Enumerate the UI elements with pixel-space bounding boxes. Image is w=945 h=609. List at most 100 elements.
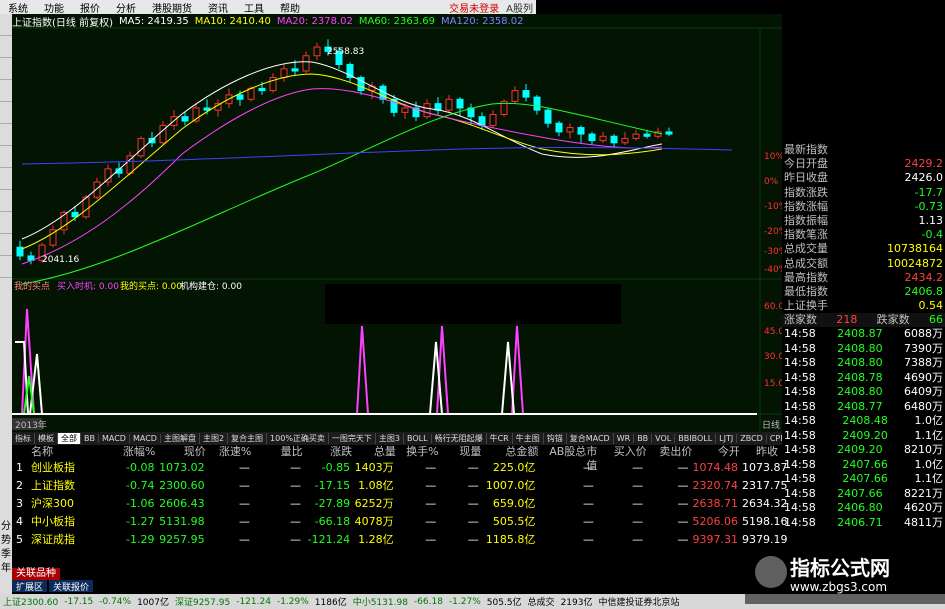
indicator-tab[interactable]: 主图3: [376, 433, 405, 444]
tool-button[interactable]: [0, 212, 12, 234]
table-row[interactable]: 2 上证指数 -0.74 2300.60 — — -17.15 1.08亿 — — 1007.0亿 —…: [12, 477, 787, 495]
column-header[interactable]: 量比: [255, 445, 306, 459]
indicator-tab[interactable]: WR: [614, 434, 635, 443]
tool-button[interactable]: [0, 234, 12, 256]
menu-item-system[interactable]: 系统: [0, 0, 36, 15]
column-header[interactable]: 涨速%: [210, 445, 256, 459]
column-header[interactable]: 涨幅%: [117, 445, 160, 459]
tool-button[interactable]: [0, 168, 12, 190]
indicator-tab[interactable]: BBIBOLL: [675, 434, 717, 443]
table-row[interactable]: 4 中小板指 -1.27 5131.98 — — -66.18 4078万 — — 505.5亿 — —…: [12, 513, 787, 531]
menu-item-tools[interactable]: 工具: [236, 0, 272, 15]
column-header[interactable]: 现量: [443, 445, 486, 459]
indicator-tab[interactable]: 畅行无阻起爆: [432, 433, 487, 444]
menu-item-help[interactable]: 帮助: [272, 0, 308, 15]
table-cell: 1073.87: [741, 461, 788, 474]
indicator-tab[interactable]: 牛主图: [513, 433, 544, 444]
column-header[interactable]: 总金额: [485, 445, 542, 459]
kline-chart[interactable]: 上证指数(日线 前复权) MA5: 2419.35 MA10: 2410.40 …: [12, 14, 782, 432]
tick-row: 14:58 2408.48 1.0亿: [782, 414, 945, 429]
related-label[interactable]: 关联品种: [12, 568, 60, 580]
indicator-tab[interactable]: LJTJ: [716, 434, 738, 443]
table-cell: 沪深300: [31, 497, 75, 510]
candle-body: [665, 131, 673, 135]
indicator-tab[interactable]: 指标: [12, 433, 35, 444]
indicator-tab[interactable]: ZBCD: [737, 434, 767, 443]
column-header[interactable]: 卖出价: [651, 445, 697, 459]
tool-button[interactable]: [0, 124, 12, 146]
column-header[interactable]: [12, 445, 31, 459]
column-header[interactable]: AB股总市值: [542, 445, 601, 472]
candle-body: [280, 68, 288, 79]
fall-count-value: 66: [928, 313, 943, 327]
candle-body: [126, 155, 134, 174]
nav-quarter[interactable]: 季: [1, 548, 11, 562]
nav-trend[interactable]: 势: [1, 534, 11, 548]
tick-volume: 6480万: [903, 399, 943, 413]
menu-item-news[interactable]: 资讯: [200, 0, 236, 15]
menu-item-function[interactable]: 功能: [36, 0, 72, 15]
info-label: 指数涨跌: [784, 185, 828, 199]
tab-extension[interactable]: 扩展区: [12, 580, 48, 593]
indicator-level: 15.00: [764, 379, 782, 389]
status-item: 1007亿: [137, 598, 169, 608]
indicator-tab[interactable]: CPRS: [767, 434, 782, 443]
column-header[interactable]: 买入价: [601, 445, 650, 459]
tool-button[interactable]: [0, 256, 12, 278]
tool-button[interactable]: [0, 36, 12, 58]
indicator-tab[interactable]: 牛CR: [487, 433, 513, 444]
table-cell: 9257.95: [159, 533, 205, 546]
indicator-tab[interactable]: 主图2: [200, 433, 229, 444]
tick-volume: 8210万: [903, 443, 943, 457]
column-header[interactable]: 昨收: [744, 445, 782, 459]
indicator-tab[interactable]: 复合MACD: [567, 433, 614, 444]
tool-button[interactable]: [0, 80, 12, 102]
indicator-tab[interactable]: BB: [634, 434, 653, 443]
login-status[interactable]: 交易未登录: [441, 0, 503, 15]
tool-button[interactable]: [0, 146, 12, 168]
indicator-tab[interactable]: 全部: [58, 433, 81, 444]
table-cell: —: [632, 497, 644, 510]
indicator-tab[interactable]: 100%正确买卖: [267, 433, 329, 444]
column-header[interactable]: 换手%: [400, 445, 443, 459]
tool-button[interactable]: [0, 102, 12, 124]
table-cell: 1073.02: [159, 461, 205, 474]
info-row: 最高指数 2434.2: [782, 271, 945, 285]
table-cell: 5: [16, 533, 24, 546]
table-row[interactable]: 3 沪深300 -1.06 2606.43 — — -27.89 6252万 — — 659.0亿 —…: [12, 495, 787, 513]
indicator-tab[interactable]: MACD: [99, 434, 130, 443]
info-value: -0.73: [914, 199, 943, 213]
column-header[interactable]: 现价: [159, 445, 209, 459]
tool-button[interactable]: [0, 190, 12, 212]
menu-item-hk-futures[interactable]: 港股期货: [144, 0, 200, 15]
indicator-tab[interactable]: 主图解盘: [161, 433, 200, 444]
column-header[interactable]: 今开: [696, 445, 744, 459]
indicator-tab[interactable]: 一图完天下: [329, 433, 376, 444]
tick-price: 2407.66: [842, 457, 888, 471]
indicator-tab[interactable]: 模板: [35, 433, 58, 444]
nav-year[interactable]: 年: [1, 562, 11, 576]
tool-button[interactable]: [0, 58, 12, 80]
table-row[interactable]: 5 深证成指 -1.29 9257.95 — — -121.24 1.28亿 — — 1185.8亿…: [12, 531, 787, 549]
indicator-tab[interactable]: 钩锚: [544, 433, 567, 444]
info-label: 最新指数: [784, 143, 828, 156]
indicator-tab[interactable]: BB: [81, 434, 99, 443]
table-cell: -0.74: [126, 479, 155, 492]
tick-volume: 8221万: [903, 486, 943, 500]
table-cell: 1.08亿: [358, 479, 394, 492]
tool-button[interactable]: [0, 14, 12, 36]
tick-price: 2409.20: [837, 443, 883, 457]
column-header[interactable]: 涨跌: [307, 445, 356, 459]
menu-item-analysis[interactable]: 分析: [108, 0, 144, 15]
indicator-tab[interactable]: BOLL: [404, 434, 432, 443]
tick-volume: 1.0亿: [914, 457, 943, 471]
indicator-tab[interactable]: MACD: [130, 434, 161, 443]
column-header[interactable]: 名称: [31, 445, 116, 459]
nav-minute[interactable]: 分: [1, 520, 11, 534]
table-row[interactable]: 1 创业板指 -0.08 1073.02 — — -0.85 1403万 — — 225.0亿 — — —…: [12, 459, 788, 477]
column-header[interactable]: 总量: [356, 445, 400, 459]
indicator-tab[interactable]: 复合主图: [228, 433, 268, 444]
indicator-tab[interactable]: VOL: [652, 434, 676, 443]
tab-related-quote[interactable]: 关联报价: [49, 580, 94, 593]
menu-item-quote[interactable]: 报价: [72, 0, 108, 15]
